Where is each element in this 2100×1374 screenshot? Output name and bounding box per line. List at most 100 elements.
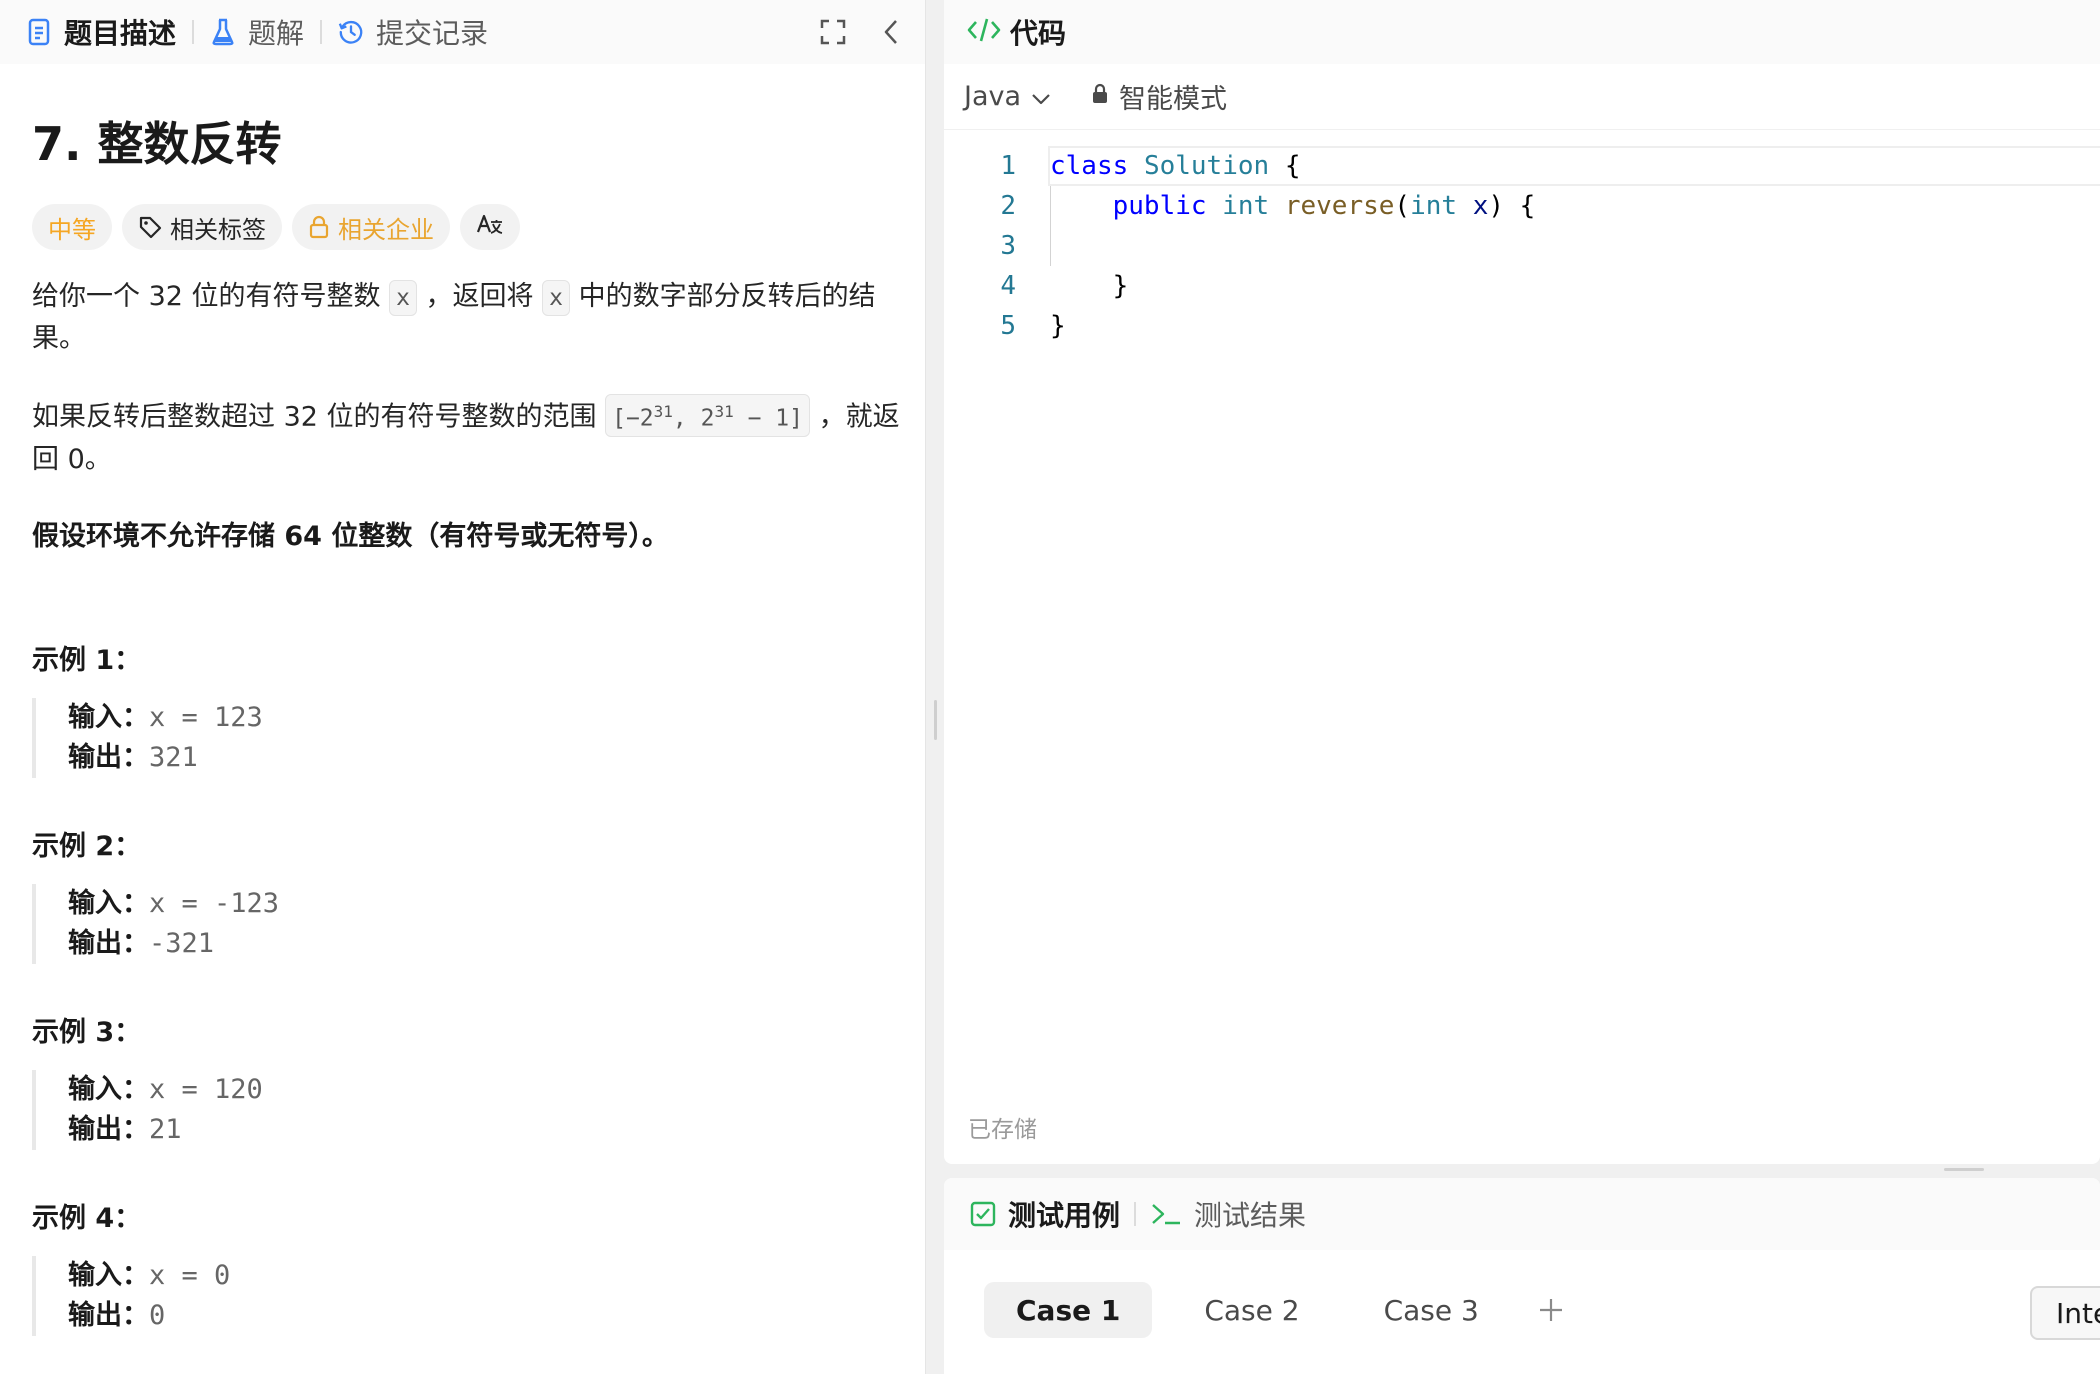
example-output: 输出：321 bbox=[68, 738, 832, 778]
tags-label: 相关标签 bbox=[170, 215, 266, 244]
example-output: 输出：-321 bbox=[68, 924, 832, 964]
punct-token: } bbox=[1050, 311, 1066, 341]
input-value: x = 0 bbox=[149, 1260, 231, 1291]
inline-code-range: [−231, 231 − 1] bbox=[605, 394, 810, 437]
chevron-down-icon bbox=[1031, 81, 1051, 112]
range-part: − 1] bbox=[733, 405, 803, 432]
example-input: 输入：x = 123 bbox=[68, 698, 832, 738]
punct-token: ( bbox=[1394, 191, 1411, 221]
description-paragraph-3: 假设环境不允许存储 64 位整数（有符号或无符号）。 bbox=[32, 521, 669, 552]
output-label: 输出： bbox=[68, 742, 149, 773]
example-title: 示例 4： bbox=[32, 1203, 142, 1234]
interpreter-button[interactable]: Interpret bbox=[2030, 1286, 2100, 1340]
add-case-icon[interactable] bbox=[1531, 1290, 1571, 1330]
description-paragraph-2: 如果反转后整数超过 32 位的有符号整数的范围 [−231, 231 − 1] … bbox=[32, 394, 902, 481]
range-exponent: 31 bbox=[714, 402, 734, 421]
vertical-resize-bar[interactable] bbox=[926, 0, 944, 1374]
example-block: 输入：x = 120 输出：21 bbox=[32, 1070, 832, 1150]
line-number: 2 bbox=[1000, 191, 1016, 221]
input-label: 输入： bbox=[68, 702, 149, 733]
example-title: 示例 1： bbox=[32, 645, 142, 676]
output-value: 21 bbox=[149, 1114, 182, 1145]
punct-token: ) { bbox=[1488, 191, 1536, 221]
code-line: class Solution { bbox=[1050, 146, 1300, 186]
tab-separator bbox=[192, 20, 195, 44]
code-icon bbox=[966, 16, 1002, 48]
example-block: 输入：x = -123 输出：-321 bbox=[32, 884, 832, 964]
difficulty-label: 中等 bbox=[48, 215, 96, 244]
example-input: 输入：x = 120 bbox=[68, 1070, 832, 1110]
test-tabbar: 测试用例 测试结果 bbox=[944, 1178, 2100, 1250]
type-token: int bbox=[1222, 191, 1270, 221]
saved-status: 已存储 bbox=[968, 1117, 1037, 1143]
description-paragraph-1: 给你一个 32 位的有符号整数 x ，返回将 x 中的数字部分反转后的结果。 bbox=[32, 276, 902, 360]
tab-submissions[interactable]: 提交记录 bbox=[338, 0, 488, 64]
tags-badge[interactable]: 相关标签 bbox=[122, 204, 282, 250]
translate-button[interactable] bbox=[460, 204, 520, 250]
tab-separator bbox=[320, 20, 323, 44]
case-tab-3[interactable]: Case 3 bbox=[1352, 1282, 1511, 1338]
fullscreen-icon[interactable] bbox=[818, 17, 848, 47]
history-icon bbox=[338, 17, 364, 47]
example-output: 输出：21 bbox=[68, 1110, 832, 1150]
smart-mode-toggle[interactable]: 智能模式 bbox=[1091, 77, 1227, 116]
lock-icon bbox=[1091, 81, 1109, 112]
tab-solutions[interactable]: 题解 bbox=[210, 0, 304, 64]
function-name-token: reverse bbox=[1284, 191, 1395, 221]
example-output: 输出：0 bbox=[68, 1296, 832, 1336]
case-tab-1[interactable]: Case 1 bbox=[984, 1282, 1153, 1338]
companies-label: 相关企业 bbox=[338, 215, 434, 244]
output-value: 0 bbox=[149, 1300, 166, 1331]
companies-badge[interactable]: 相关企业 bbox=[292, 204, 450, 250]
class-name-token: Solution bbox=[1143, 151, 1270, 181]
example-input: 输入：x = -123 bbox=[68, 884, 832, 924]
punct-token: } bbox=[1112, 271, 1129, 301]
output-label: 输出： bbox=[68, 928, 149, 959]
line-number: 5 bbox=[1000, 311, 1016, 341]
example-input: 输入：x = 0 bbox=[68, 1256, 832, 1296]
code-header-title: 代码 bbox=[1010, 17, 1067, 50]
tab-testcases[interactable]: 测试用例 bbox=[970, 1194, 1120, 1234]
code-line: public int reverse(int x) { bbox=[1050, 186, 1536, 226]
language-value: Java bbox=[964, 81, 1022, 112]
input-value: x = 120 bbox=[149, 1074, 263, 1105]
code-line: } bbox=[1050, 306, 1066, 346]
app-root: 题目描述 题解 提交记录 7. 整数反转 中等 相关标签 相关企业 给你一个 3… bbox=[0, 0, 2100, 1374]
document-icon bbox=[26, 17, 52, 47]
keyword-token: public bbox=[1112, 191, 1207, 221]
collapse-left-icon[interactable] bbox=[876, 17, 906, 47]
panel-tools bbox=[818, 0, 906, 64]
tab-solutions-label: 题解 bbox=[248, 17, 305, 50]
horizontal-resize-handle[interactable] bbox=[1944, 1168, 1984, 1171]
tab-description-label: 题目描述 bbox=[64, 17, 177, 50]
example-block: 输入：x = 123 输出：321 bbox=[32, 698, 832, 778]
input-label: 输入： bbox=[68, 1260, 149, 1291]
lock-icon bbox=[308, 215, 330, 239]
vertical-resize-handle[interactable] bbox=[934, 700, 937, 740]
desc2-text: 如果反转后整数超过 32 位的有符号整数的范围 bbox=[32, 401, 606, 433]
problem-badges: 中等 相关标签 相关企业 bbox=[32, 204, 520, 250]
code-header: 代码 bbox=[944, 0, 2100, 64]
param-token: x bbox=[1472, 191, 1489, 221]
code-editor[interactable]: 1 2 3 4 5 class Solution { public int re… bbox=[944, 146, 2100, 546]
difficulty-badge[interactable]: 中等 bbox=[32, 204, 112, 250]
output-label: 输出： bbox=[68, 1114, 149, 1145]
language-select[interactable]: Java bbox=[964, 81, 1051, 112]
range-exponent: 31 bbox=[653, 402, 673, 421]
problem-panel: 题目描述 题解 提交记录 7. 整数反转 中等 相关标签 相关企业 给你一个 3… bbox=[0, 0, 926, 1374]
test-panel: 测试用例 测试结果 Case 1 Case 2 Case 3 Interpret bbox=[944, 1178, 2100, 1374]
range-part: , 2 bbox=[672, 405, 715, 432]
problem-title: 7. 整数反转 bbox=[32, 117, 282, 171]
tab-description[interactable]: 题目描述 bbox=[26, 0, 176, 64]
flask-icon bbox=[210, 17, 236, 47]
case-tab-2[interactable]: Case 2 bbox=[1172, 1282, 1331, 1338]
line-number: 4 bbox=[1000, 271, 1016, 301]
input-label: 输入： bbox=[68, 888, 149, 919]
line-number: 1 bbox=[1000, 151, 1016, 181]
type-token: int bbox=[1410, 191, 1458, 221]
tab-submissions-label: 提交记录 bbox=[376, 17, 489, 50]
terminal-icon bbox=[1150, 1201, 1182, 1227]
tab-testresult[interactable]: 测试结果 bbox=[1150, 1194, 1306, 1234]
punct-token: { bbox=[1269, 151, 1301, 181]
